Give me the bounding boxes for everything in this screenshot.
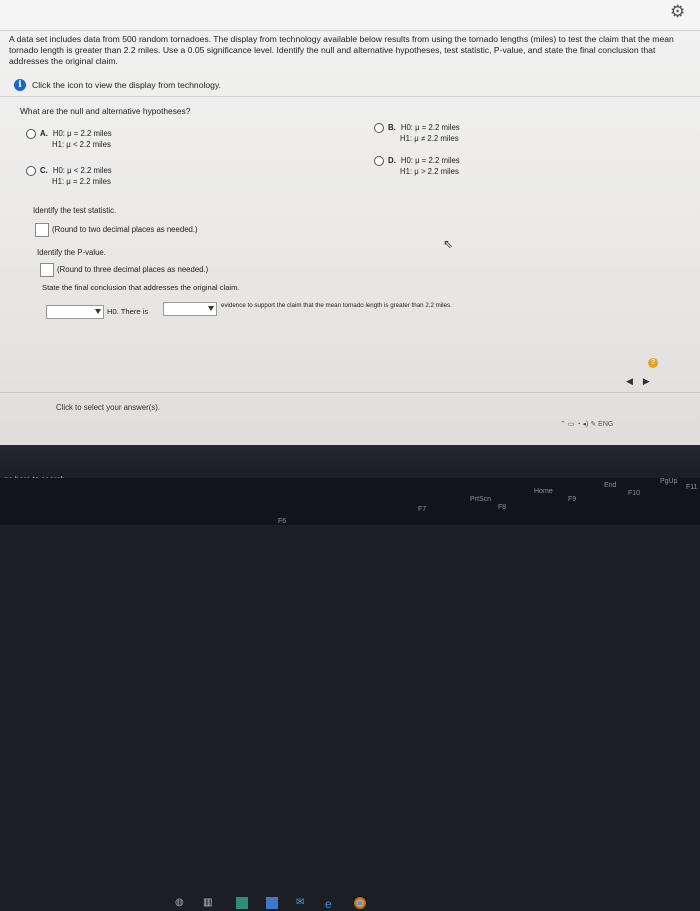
option-c[interactable]: C. H0: μ < 2.2 miles H1: μ = 2.2 miles — [26, 165, 112, 187]
edge-icon[interactable]: e — [325, 897, 337, 911]
p-value-hint: (Round to three decimal places as needed… — [57, 265, 209, 275]
assignment-screen: ⚙ A data set includes data from 500 rand… — [0, 0, 700, 445]
taskbar: ◍ ▥ ✉ e — [0, 445, 700, 911]
test-statistic-label: Identify the test statistic. — [33, 206, 117, 215]
test-statistic-hint: (Round to two decimal places as needed.) — [52, 225, 198, 235]
chrome-icon[interactable] — [354, 897, 366, 909]
gear-icon[interactable]: ⚙ — [670, 3, 688, 21]
task-view-icon[interactable]: ▥ — [203, 897, 215, 909]
radio-button[interactable] — [26, 128, 36, 139]
chevron-down-icon — [95, 309, 101, 314]
files-icon[interactable] — [266, 897, 278, 909]
info-icon[interactable]: i — [14, 79, 26, 91]
conclusion-h0-text: H0. There is — [107, 307, 149, 316]
system-tray[interactable]: ⌃ ▭ ◔ ◂) ✎ ENG — [560, 420, 613, 428]
help-icon[interactable]: ? — [648, 358, 658, 368]
test-statistic-input[interactable] — [35, 223, 49, 237]
option-h0: H0: μ = 2.2 miles — [400, 123, 460, 132]
option-h1: H1: μ = 2.2 miles — [52, 177, 111, 186]
info-link-text[interactable]: Click the icon to view the display from … — [32, 80, 221, 90]
reject-dropdown[interactable] — [46, 305, 104, 319]
test-statistic-row: (Round to two decimal places as needed.) — [35, 223, 198, 237]
key-home: Home — [534, 488, 553, 495]
option-d[interactable]: D. H0: μ = 2.2 miles H1: μ > 2.2 miles — [374, 155, 460, 177]
option-letter: B. — [388, 123, 396, 132]
p-value-row: (Round to three decimal places as needed… — [40, 263, 208, 277]
option-a[interactable]: A. H0: μ = 2.2 miles H1: μ < 2.2 miles — [26, 128, 112, 150]
problem-statement: A data set includes data from 500 random… — [9, 34, 674, 66]
question-prompt: What are the null and alternative hypoth… — [20, 106, 191, 116]
radio-button[interactable] — [374, 155, 384, 166]
microphone-icon[interactable]: ◍ — [175, 897, 187, 909]
key-f9: F9 — [568, 496, 577, 503]
key-pgup: PgUp — [660, 478, 678, 485]
conclusion-tail-text: evidence to support the claim that the m… — [221, 302, 452, 309]
chevron-down-icon — [208, 306, 214, 311]
key-f8: F8 — [498, 504, 507, 511]
conclusion-label: State the final conclusion that addresse… — [42, 283, 240, 292]
option-h1: H1: μ > 2.2 miles — [400, 167, 459, 176]
evidence-dropdown[interactable] — [163, 302, 217, 316]
p-value-label: Identify the P-value. — [37, 248, 106, 257]
option-h0: H0: μ < 2.2 miles — [52, 166, 112, 175]
nav-arrows[interactable]: ◀▶ — [626, 376, 660, 387]
mail-icon[interactable]: ✉ — [296, 897, 308, 909]
select-answer-status: Click to select your answer(s). — [56, 403, 160, 412]
network-icon[interactable]: ⌃ ▭ ◔ ◂) ✎ — [560, 421, 598, 428]
option-letter: C. — [40, 166, 48, 175]
radio-button[interactable] — [374, 122, 384, 133]
p-value-input[interactable] — [40, 263, 54, 277]
option-h1: H1: μ ≠ 2.2 miles — [400, 134, 459, 143]
key-f7: F7 — [418, 506, 427, 513]
store-icon[interactable] — [236, 897, 248, 909]
key-f10: F10 — [628, 490, 641, 497]
divider — [0, 392, 700, 393]
key-end: End — [604, 482, 617, 489]
mouse-cursor-icon: ⇖ — [443, 237, 454, 251]
keyboard: F6 F7 PrtScn F8 Home F9 End F10 PgUp F11 — [0, 478, 700, 525]
key-prtscn: PrtScn — [470, 496, 492, 503]
language-indicator[interactable]: ENG — [598, 421, 613, 428]
option-b[interactable]: B. H0: μ = 2.2 miles H1: μ ≠ 2.2 miles — [374, 122, 460, 144]
radio-button[interactable] — [26, 165, 36, 176]
key-f11: F11 — [686, 484, 698, 491]
option-h0: H0: μ = 2.2 miles — [52, 129, 112, 138]
divider — [0, 30, 700, 31]
option-letter: A. — [40, 129, 48, 138]
info-link-row[interactable]: i Click the icon to view the display fro… — [14, 79, 221, 91]
key-f6: F6 — [278, 518, 287, 525]
header-bar — [0, 0, 700, 28]
option-h1: H1: μ < 2.2 miles — [52, 140, 111, 149]
divider — [0, 96, 700, 97]
option-h0: H0: μ = 2.2 miles — [400, 156, 460, 165]
option-letter: D. — [388, 156, 396, 165]
